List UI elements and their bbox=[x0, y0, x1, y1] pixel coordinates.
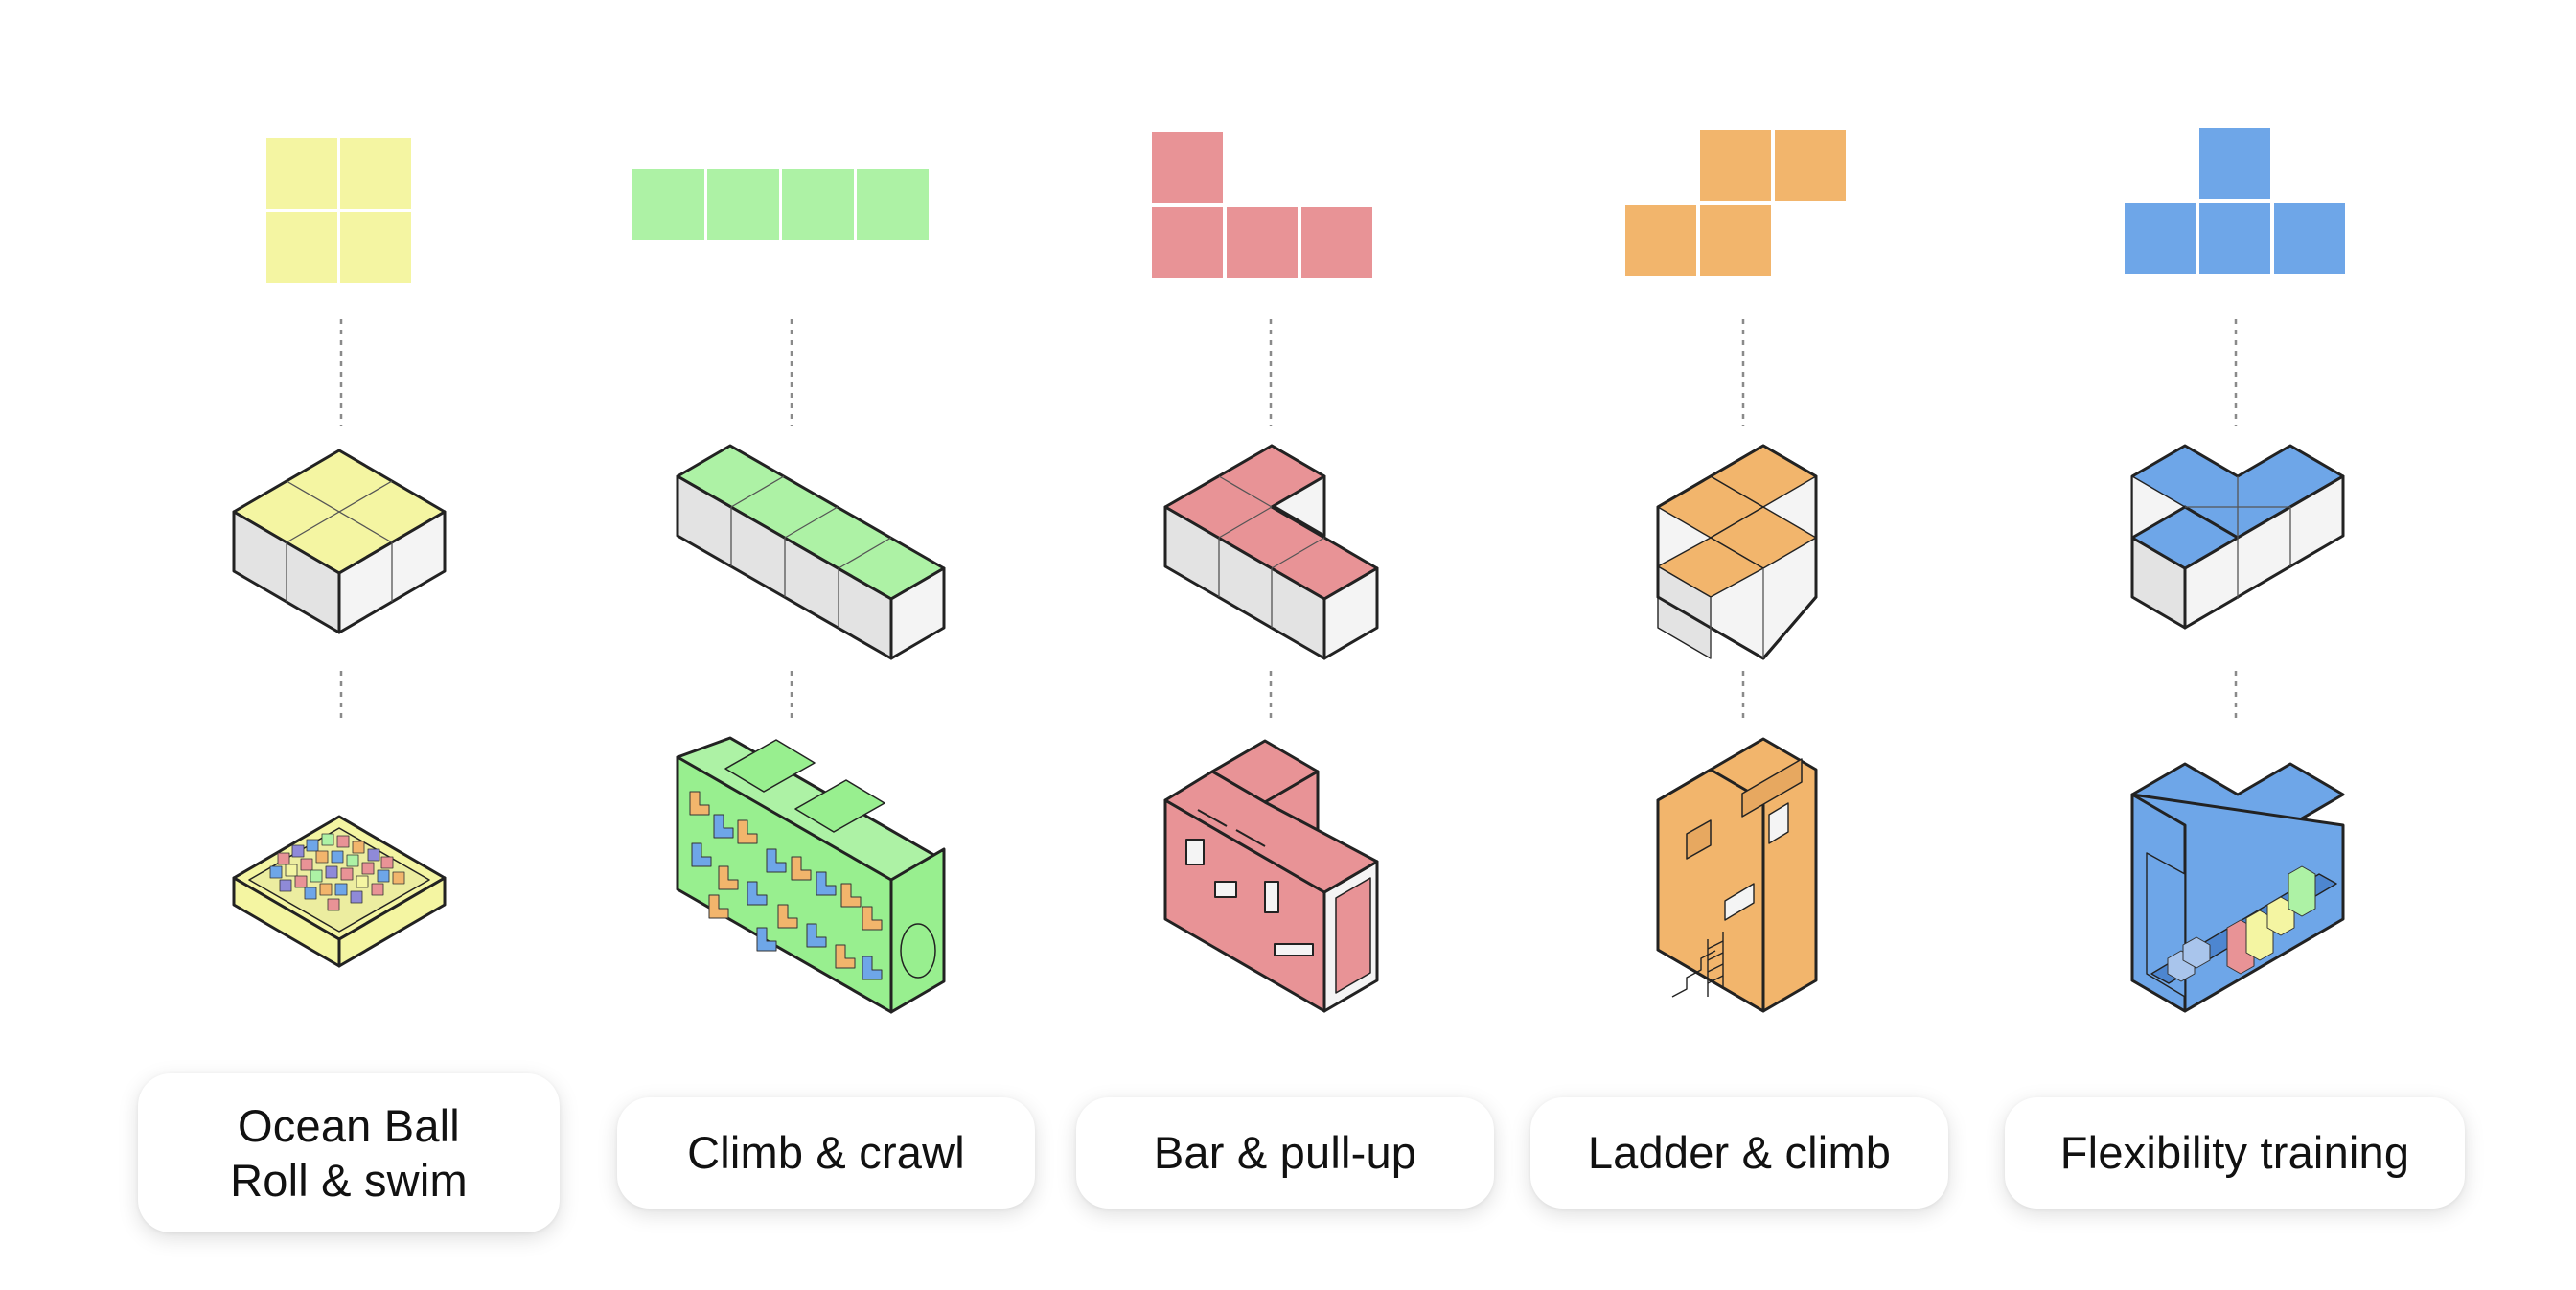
iso-block-ladder-climb bbox=[1656, 444, 1818, 660]
label-card-flexibility: Flexibility training bbox=[2005, 1097, 2465, 1209]
label-ladder-climb: Ladder & climb bbox=[1587, 1127, 1892, 1179]
label-card-climb-crawl: Climb & crawl bbox=[617, 1097, 1035, 1209]
label-flexibility: Flexibility training bbox=[2059, 1127, 2410, 1179]
module-flexibility bbox=[2130, 762, 2345, 1013]
iso-block-bar-pullup bbox=[1163, 444, 1379, 660]
plan-flexibility bbox=[2125, 128, 2345, 274]
module-bar-pullup bbox=[1163, 739, 1379, 1013]
diagram-canvas: Ocean Ball Roll & swim Climb & crawl Bar… bbox=[0, 0, 2576, 1285]
module-ocean-ball-pit bbox=[232, 815, 447, 968]
label-card-ladder-climb: Ladder & climb bbox=[1530, 1097, 1948, 1209]
plan-ladder-climb bbox=[1625, 130, 1846, 276]
plan-ocean-ball bbox=[266, 138, 411, 283]
plan-climb-crawl bbox=[632, 169, 929, 240]
label-ocean-ball-line-2: Roll & swim bbox=[230, 1155, 468, 1206]
module-climb-crawl bbox=[676, 736, 946, 1014]
iso-block-climb-crawl bbox=[676, 444, 946, 660]
label-ocean-ball-line-1: Ocean Ball bbox=[238, 1099, 460, 1151]
label-card-bar-pullup: Bar & pull-up bbox=[1076, 1097, 1494, 1209]
label-climb-crawl: Climb & crawl bbox=[687, 1127, 965, 1179]
iso-block-ocean-ball bbox=[232, 449, 447, 634]
plan-bar-pullup bbox=[1152, 132, 1372, 278]
label-bar-pullup: Bar & pull-up bbox=[1153, 1127, 1417, 1179]
iso-block-flexibility bbox=[2130, 444, 2345, 630]
module-ladder-climb bbox=[1656, 737, 1818, 1013]
label-card-ocean-ball: Ocean Ball Roll & swim bbox=[138, 1073, 560, 1232]
